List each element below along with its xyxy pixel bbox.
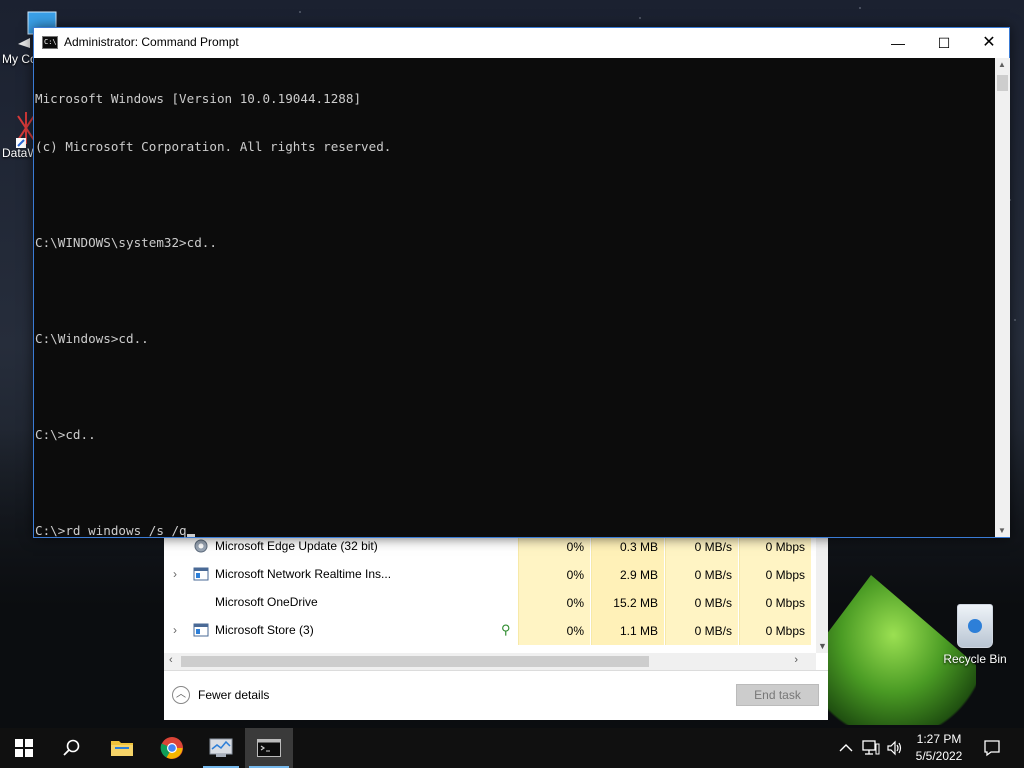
recycle-bin-icon	[957, 604, 993, 648]
scroll-down-icon[interactable]: ▼	[818, 641, 827, 651]
expand-chevron-icon[interactable]: ›	[173, 623, 183, 637]
minimize-button[interactable]: —	[875, 28, 921, 58]
scroll-left-icon[interactable]: ‹	[169, 654, 173, 666]
network-icon	[862, 740, 880, 755]
terminal-icon	[257, 739, 281, 757]
network-tray-button[interactable]	[860, 728, 882, 768]
search-icon	[63, 739, 80, 756]
clock-date: 5/5/2022	[915, 749, 963, 763]
action-center-button[interactable]	[978, 728, 1006, 768]
command-prompt-taskbar-button[interactable]	[245, 728, 293, 768]
scroll-right-icon[interactable]: ›	[794, 654, 798, 666]
task-manager-button[interactable]	[197, 728, 245, 768]
desktop-icon-label: Recycle Bin	[943, 652, 1007, 666]
console-command-text: C:\>rd windows /s /q	[35, 523, 187, 538]
end-task-button[interactable]: End task	[736, 684, 819, 706]
desktop-icon-recycle-bin[interactable]: Recycle Bin	[940, 600, 1010, 666]
process-row[interactable]: › Microsoft Store (3) ⚲ 0% 1.1 MB 0 MB/s…	[164, 617, 816, 645]
taskbar: 1:27 PM 5/5/2022	[0, 728, 1024, 768]
search-button[interactable]	[48, 728, 96, 768]
clock-time: 1:27 PM	[916, 732, 962, 746]
folder-icon	[111, 741, 133, 756]
task-manager-footer: ︿ Fewer details End task	[164, 670, 828, 720]
horizontal-scrollbar[interactable]: ‹ ›	[164, 653, 816, 670]
process-name: Microsoft OneDrive	[215, 595, 318, 609]
console-scrollbar[interactable]: ▲ ▼	[995, 58, 1010, 537]
windows-logo-icon	[15, 739, 33, 757]
console-line: C:\>cd..	[35, 427, 96, 442]
scroll-up-icon[interactable]: ▲	[998, 60, 1006, 69]
fewer-details-label: Fewer details	[198, 688, 270, 702]
network-cell: 0 Mbps	[739, 589, 811, 617]
scrollbar-thumb[interactable]	[997, 75, 1008, 91]
close-button[interactable]: ✕	[966, 28, 1012, 58]
window-title: Administrator: Command Prompt	[64, 35, 239, 49]
console-line: Microsoft Windows [Version 10.0.19044.12…	[35, 91, 362, 106]
task-manager-icon	[209, 738, 233, 757]
process-name: Microsoft Store (3)	[215, 623, 314, 637]
scroll-down-icon[interactable]: ▼	[998, 526, 1006, 535]
disk-cell: 0 MB/s	[665, 617, 738, 645]
speaker-icon	[887, 740, 902, 756]
volume-tray-button[interactable]	[884, 728, 906, 768]
network-cell: 0 Mbps	[739, 617, 811, 645]
console-line: C:\WINDOWS\system32>cd..	[35, 235, 217, 250]
chrome-icon	[160, 737, 183, 759]
scrollbar-thumb[interactable]	[181, 656, 649, 667]
memory-cell: 15.2 MB	[591, 589, 664, 617]
console-output[interactable]: Microsoft Windows [Version 10.0.19044.12…	[34, 58, 995, 539]
chrome-button[interactable]	[148, 728, 196, 768]
text-cursor	[186, 534, 195, 537]
clock-button[interactable]: 1:27 PM 5/5/2022	[908, 731, 970, 765]
console-input-line[interactable]: C:\>rd windows /s /q	[35, 523, 995, 539]
maximize-button[interactable]: ☐	[921, 28, 967, 58]
show-hidden-icons-button[interactable]	[836, 728, 856, 768]
chevron-up-icon	[839, 744, 853, 752]
console-line: C:\Windows>cd..	[35, 331, 149, 346]
chevron-up-icon: ︿	[172, 686, 190, 704]
notification-icon	[984, 740, 1000, 757]
start-button[interactable]	[0, 728, 48, 768]
process-row[interactable]: Microsoft OneDrive 0% 15.2 MB 0 MB/s 0 M…	[164, 589, 816, 617]
disk-cell: 0 MB/s	[665, 589, 738, 617]
cpu-cell: 0%	[518, 589, 590, 617]
file-explorer-button[interactable]	[98, 728, 146, 768]
terminal-icon: C:\	[42, 36, 58, 49]
memory-cell: 1.1 MB	[591, 617, 664, 645]
title-bar[interactable]: C:\ Administrator: Command Prompt — ☐ ✕	[34, 28, 1009, 58]
cpu-cell: 0%	[518, 617, 590, 645]
console-line: (c) Microsoft Corporation. All rights re…	[35, 139, 392, 154]
fewer-details-button[interactable]: ︿ Fewer details	[172, 686, 269, 704]
efficiency-leaf-icon: ⚲	[501, 622, 511, 637]
command-prompt-window[interactable]: C:\ Administrator: Command Prompt — ☐ ✕ …	[33, 27, 1010, 538]
app-window-icon	[193, 623, 209, 637]
